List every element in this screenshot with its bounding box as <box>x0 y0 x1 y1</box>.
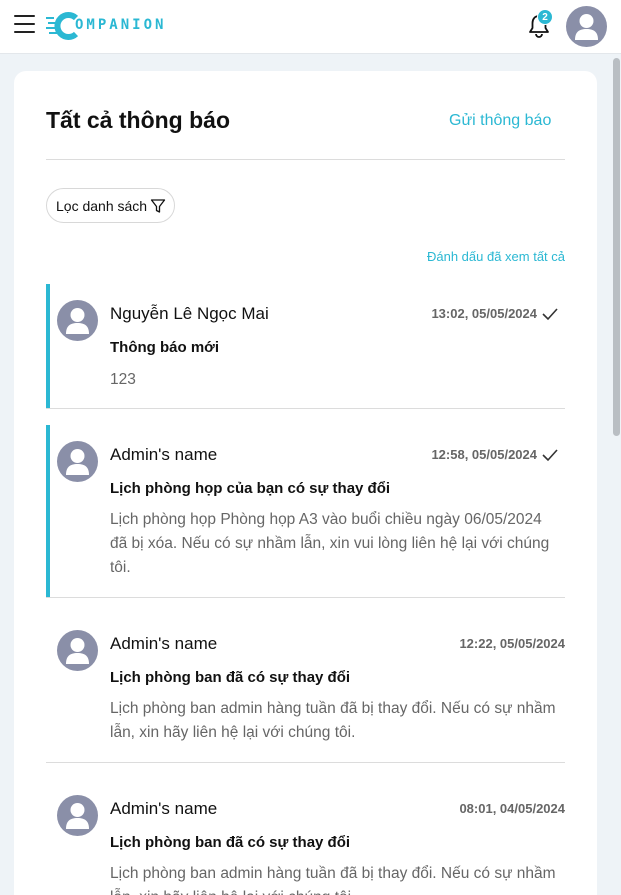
notification-body: Lịch phòng ban admin hàng tuần đã bị tha… <box>110 700 556 741</box>
mark-all-read-link[interactable]: Đánh dấu đã xem tất cả <box>427 249 565 264</box>
sender-name: Admin's name <box>110 799 218 818</box>
logo-text: OMPANION <box>75 17 167 33</box>
filter-icon <box>150 199 166 213</box>
scrollbar-thumb[interactable] <box>613 58 620 436</box>
notification-subject: Lịch phòng ban đã có sự thay đổi <box>110 669 351 686</box>
divider <box>46 597 565 598</box>
sender-name: Admin's name <box>110 634 218 653</box>
unread-indicator <box>46 425 50 598</box>
page-title: Tất cả thông báo <box>46 107 230 133</box>
send-notification-link[interactable]: Gửi thông báo <box>449 112 551 130</box>
unread-indicator <box>46 284 50 409</box>
notification-subject: Thông báo mới <box>110 339 219 356</box>
notification-count-badge: 2 <box>537 9 553 25</box>
sender-avatar <box>57 630 98 671</box>
notification-time: 08:01, 04/05/2024 <box>459 801 565 816</box>
notification-body: Lịch phòng họp Phòng họp A3 vào buổi chi… <box>110 511 550 576</box>
divider <box>46 408 565 409</box>
sender-avatar <box>57 795 98 836</box>
read-check-icon[interactable] <box>541 307 559 321</box>
notification-time: 12:22, 05/05/2024 <box>459 636 565 651</box>
top-bar: OMPANION 2 <box>0 0 621 54</box>
filter-label: Lọc danh sách <box>56 198 148 214</box>
notification-subject: Lịch phòng họp của bạn có sự thay đổi <box>110 480 391 497</box>
notifications-card: Tất cả thông báo Gửi thông báo Lọc danh … <box>14 71 597 895</box>
filter-list-button[interactable]: Lọc danh sách <box>46 188 175 223</box>
notification-item[interactable]: Admin's name 08:01, 04/05/2024 Lịch phòn… <box>46 779 565 895</box>
notification-item[interactable]: Admin's name 12:58, 05/05/2024 Lịch phòn… <box>46 425 565 598</box>
notification-body: 123 <box>110 371 136 388</box>
sender-avatar <box>57 300 98 341</box>
user-avatar[interactable] <box>566 6 607 47</box>
notification-item[interactable]: Nguyễn Lê Ngọc Mai 13:02, 05/05/2024 Thô… <box>46 284 565 409</box>
sender-name: Admin's name <box>110 445 218 464</box>
notification-item[interactable]: Admin's name 12:22, 05/05/2024 Lịch phòn… <box>46 614 565 763</box>
notification-body: Lịch phòng ban admin hàng tuần đã bị tha… <box>110 865 556 895</box>
companion-logo[interactable]: OMPANION <box>46 10 171 42</box>
sender-name: Nguyễn Lê Ngọc Mai <box>110 304 269 323</box>
read-check-icon[interactable] <box>541 448 559 462</box>
notification-subject: Lịch phòng ban đã có sự thay đổi <box>110 834 351 851</box>
divider <box>46 762 565 763</box>
divider <box>46 159 565 160</box>
menu-icon[interactable] <box>14 15 36 35</box>
sender-avatar <box>57 441 98 482</box>
notification-time: 12:58, 05/05/2024 <box>431 447 537 462</box>
notification-time: 13:02, 05/05/2024 <box>431 306 537 321</box>
